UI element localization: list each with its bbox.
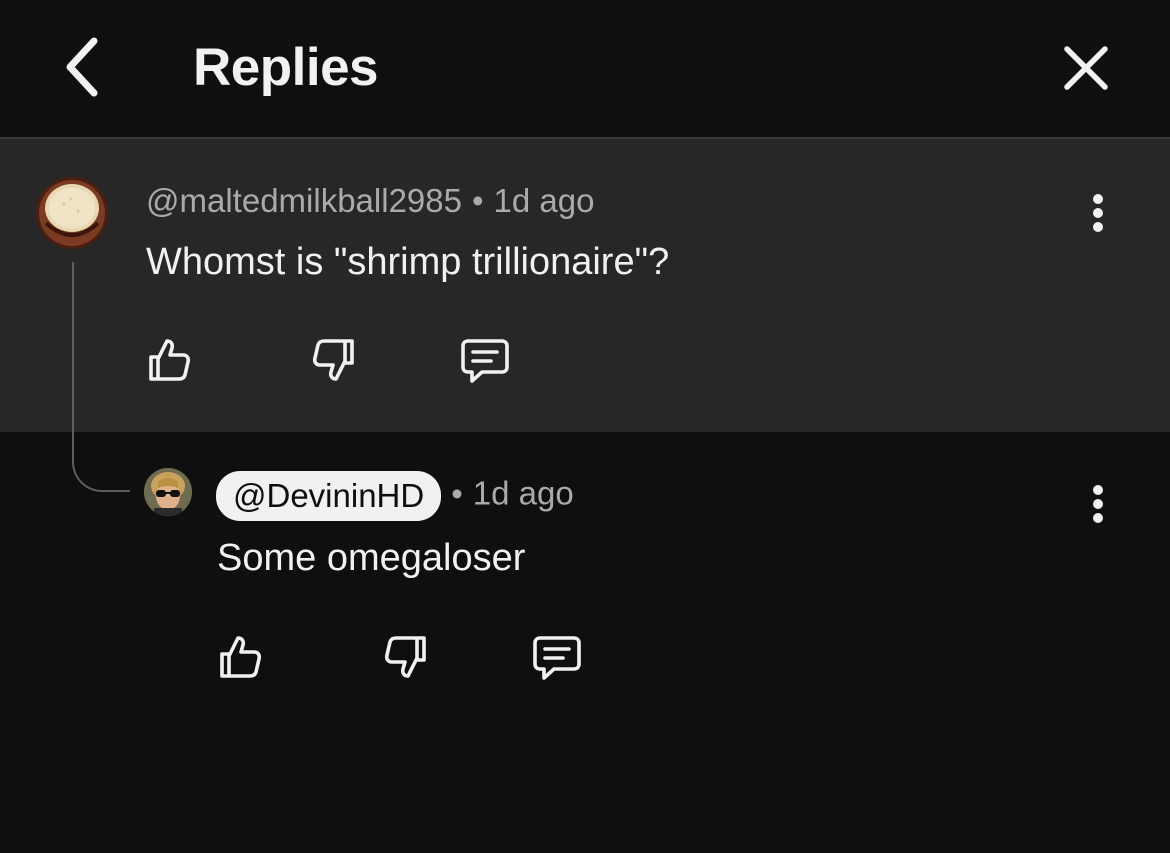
thread-connector [72,262,130,492]
avatar[interactable] [36,177,108,249]
back-button[interactable] [52,32,112,102]
reply-text: Some omegaloser [217,537,526,579]
header: Replies [0,0,1170,137]
comment-author[interactable]: @maltedmilkball2985 [146,182,462,219]
more-vert-icon [1093,485,1103,523]
replies-panel: Replies @maltedmilkball2985 • 1d ago Who… [0,0,1170,853]
reply-icon [533,636,581,680]
parent-comment: @maltedmilkball2985 • 1d ago Whomst is "sh… [0,139,1170,432]
comment-meta: @maltedmilkball2985 • 1d ago [146,181,594,221]
reply-reply-button[interactable] [527,627,587,687]
reply-author-chip[interactable]: @DevininHD [216,471,442,521]
like-button[interactable] [138,330,198,390]
reply-button[interactable] [455,330,515,390]
comment-text: Whomst is "shrimp trillionaire"? [146,241,670,283]
reply-icon [461,339,509,383]
person-with-sunglasses-avatar-icon [144,468,192,516]
page-title: Replies [193,38,379,97]
more-options-button[interactable] [1078,183,1118,243]
reply-meta: @DevininHD • 1d ago [216,471,574,521]
comment-time: 1d ago [493,182,595,219]
meta-separator: • [471,182,484,219]
dislike-icon [312,339,354,381]
meta-separator: • [451,474,463,512]
reply-time: 1d ago [472,474,574,512]
reply-like-button[interactable] [209,627,269,687]
reply-more-options-button[interactable] [1078,474,1118,534]
like-icon [149,339,191,381]
dislike-button[interactable] [305,330,365,390]
malted-milk-ball-avatar-icon [36,177,108,249]
close-icon [1064,46,1108,90]
more-vert-icon [1093,194,1103,232]
close-button[interactable] [1054,36,1118,100]
like-icon [220,636,262,678]
chevron-left-icon [66,37,98,97]
reply-dislike-button[interactable] [377,627,437,687]
reply-avatar[interactable] [144,468,192,516]
dislike-icon [384,636,426,678]
